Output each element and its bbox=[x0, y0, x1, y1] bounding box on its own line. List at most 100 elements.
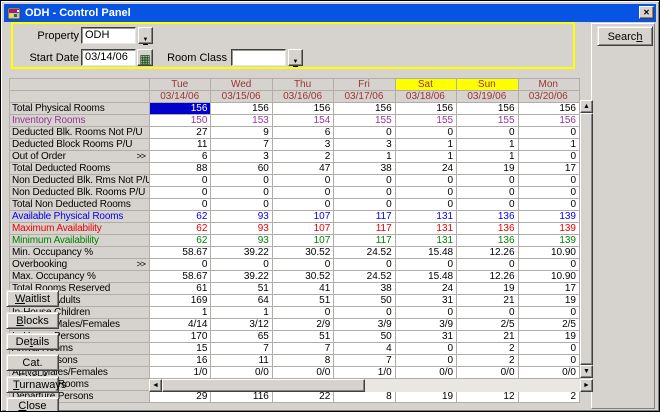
grid-cell[interactable]: 9 bbox=[211, 127, 272, 139]
expand-chevron-icon[interactable]: >> bbox=[136, 151, 146, 161]
grid-cell[interactable]: 0 bbox=[395, 127, 456, 139]
grid-cell[interactable]: 24.52 bbox=[334, 271, 395, 283]
room-class-dropdown-button[interactable]: ▼ bbox=[288, 49, 303, 66]
grid-cell[interactable]: 0 bbox=[334, 199, 395, 211]
grid-cell[interactable]: 4/14 bbox=[150, 319, 211, 331]
grid-cell[interactable]: 0 bbox=[518, 127, 579, 139]
grid-cell[interactable]: 61 bbox=[150, 283, 211, 295]
grid-cell[interactable]: 156 bbox=[395, 103, 456, 115]
grid-cell[interactable]: 0 bbox=[272, 187, 333, 199]
grid-cell[interactable]: 0 bbox=[395, 199, 456, 211]
grid-cell[interactable]: 1/0 bbox=[150, 367, 211, 379]
grid-cell[interactable]: 2/5 bbox=[518, 319, 579, 331]
grid-cell[interactable]: 31 bbox=[395, 331, 456, 343]
grid-cell[interactable]: 139 bbox=[518, 235, 579, 247]
grid-cell[interactable]: 1 bbox=[211, 307, 272, 319]
grid-cell[interactable]: 107 bbox=[272, 223, 333, 235]
grid-cell[interactable]: 0 bbox=[457, 187, 518, 199]
grid-cell[interactable]: 0 bbox=[395, 355, 456, 367]
horizontal-scrollbar[interactable]: ◄ ► bbox=[149, 379, 593, 392]
grid-cell[interactable]: 0 bbox=[150, 259, 211, 271]
scroll-right-icon[interactable]: ► bbox=[580, 379, 593, 392]
grid-cell[interactable]: 0 bbox=[334, 127, 395, 139]
grid-cell[interactable]: 6 bbox=[272, 127, 333, 139]
grid-cell[interactable]: 3 bbox=[334, 139, 395, 151]
grid-cell[interactable]: 47 bbox=[272, 163, 333, 175]
grid-cell[interactable]: 2/9 bbox=[272, 319, 333, 331]
grid-cell[interactable]: 139 bbox=[518, 211, 579, 223]
grid-cell[interactable]: 107 bbox=[272, 235, 333, 247]
grid-cell[interactable]: 11 bbox=[150, 139, 211, 151]
grid-cell[interactable]: 155 bbox=[334, 115, 395, 127]
horizontal-scrollbar-thumb[interactable] bbox=[162, 379, 365, 392]
search-button[interactable]: Search bbox=[597, 26, 653, 46]
grid-cell[interactable]: 7 bbox=[211, 139, 272, 151]
grid-cell[interactable]: 21 bbox=[457, 331, 518, 343]
grid-cell[interactable]: 136 bbox=[457, 211, 518, 223]
grid-cell[interactable]: 117 bbox=[334, 223, 395, 235]
grid-cell[interactable]: 2 bbox=[272, 151, 333, 163]
grid-cell[interactable]: 1 bbox=[457, 139, 518, 151]
grid-cell[interactable]: 1 bbox=[518, 139, 579, 151]
grid-cell[interactable]: 131 bbox=[395, 223, 456, 235]
grid-cell[interactable]: 41 bbox=[272, 283, 333, 295]
grid-cell[interactable]: 12 bbox=[457, 391, 518, 403]
grid-cell[interactable]: 0 bbox=[272, 175, 333, 187]
grid-cell[interactable]: 0 bbox=[334, 187, 395, 199]
grid-cell[interactable]: 29 bbox=[150, 391, 211, 403]
grid-cell[interactable]: 1 bbox=[334, 151, 395, 163]
grid-cell[interactable]: 88 bbox=[150, 163, 211, 175]
grid-cell[interactable]: 22 bbox=[272, 391, 333, 403]
grid-cell[interactable]: 2 bbox=[518, 391, 579, 403]
grid-cell[interactable]: 0/0 bbox=[211, 367, 272, 379]
scroll-left-icon[interactable]: ◄ bbox=[149, 379, 162, 392]
grid-cell[interactable]: 24 bbox=[395, 283, 456, 295]
grid-cell[interactable]: 17 bbox=[518, 283, 579, 295]
grid-cell[interactable]: 0/0 bbox=[272, 367, 333, 379]
grid-cell[interactable]: 24 bbox=[395, 163, 456, 175]
grid-cell[interactable]: 156 bbox=[457, 103, 518, 115]
grid-cell[interactable]: 107 bbox=[272, 211, 333, 223]
grid-cell[interactable]: 0 bbox=[457, 127, 518, 139]
grid-cell[interactable]: 27 bbox=[150, 127, 211, 139]
grid-cell[interactable]: 65 bbox=[211, 331, 272, 343]
grid-cell[interactable]: 0 bbox=[518, 355, 579, 367]
grid-cell[interactable]: 58.67 bbox=[150, 271, 211, 283]
vertical-scrollbar-thumb[interactable] bbox=[580, 113, 593, 365]
grid-cell[interactable]: 3/12 bbox=[211, 319, 272, 331]
grid-cell[interactable]: 15 bbox=[150, 343, 211, 355]
scroll-up-icon[interactable]: ▲ bbox=[580, 100, 593, 113]
grid-cell[interactable]: 1 bbox=[395, 139, 456, 151]
grid-cell[interactable]: 93 bbox=[211, 235, 272, 247]
grid-cell[interactable]: 7 bbox=[334, 355, 395, 367]
grid-cell[interactable]: 19 bbox=[457, 163, 518, 175]
grid-cell[interactable]: 3/9 bbox=[334, 319, 395, 331]
vertical-scrollbar[interactable]: ▲ ▼ bbox=[580, 100, 593, 378]
grid-cell[interactable]: 16 bbox=[150, 355, 211, 367]
grid-cell[interactable]: 0 bbox=[457, 307, 518, 319]
grid-cell[interactable]: 12.26 bbox=[457, 247, 518, 259]
grid-cell[interactable]: 38 bbox=[334, 163, 395, 175]
close-icon[interactable]: ✕ bbox=[639, 6, 654, 19]
grid-cell[interactable]: 50 bbox=[334, 331, 395, 343]
grid-cell[interactable]: 156 bbox=[211, 103, 272, 115]
grid-cell[interactable]: 0 bbox=[334, 259, 395, 271]
grid-cell[interactable]: 154 bbox=[272, 115, 333, 127]
grid-cell[interactable]: 62 bbox=[150, 211, 211, 223]
grid-cell[interactable]: 0 bbox=[334, 175, 395, 187]
grid-cell[interactable]: 12.26 bbox=[457, 271, 518, 283]
grid-cell[interactable]: 58.67 bbox=[150, 247, 211, 259]
grid-cell[interactable]: 0 bbox=[518, 199, 579, 211]
grid-cell[interactable]: 0 bbox=[518, 259, 579, 271]
grid-cell[interactable]: 136 bbox=[457, 223, 518, 235]
grid-cell[interactable]: 117 bbox=[334, 235, 395, 247]
grid-cell[interactable]: 131 bbox=[395, 211, 456, 223]
grid-cell[interactable]: 0 bbox=[518, 307, 579, 319]
grid-cell[interactable]: 2 bbox=[457, 343, 518, 355]
grid-cell[interactable]: 50 bbox=[334, 295, 395, 307]
details-button[interactable]: Details bbox=[6, 333, 59, 350]
property-input[interactable]: ODH bbox=[81, 27, 136, 44]
grid-cell[interactable]: 0 bbox=[211, 175, 272, 187]
calendar-button[interactable]: ▦ bbox=[137, 49, 153, 66]
grid-cell[interactable]: 0 bbox=[395, 187, 456, 199]
